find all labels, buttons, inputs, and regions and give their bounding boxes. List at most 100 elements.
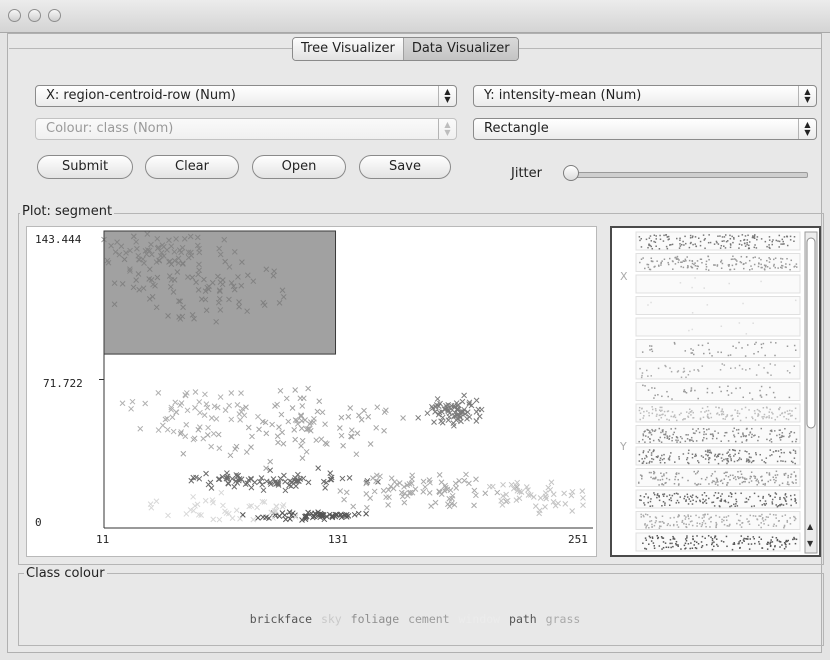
- clear-button[interactable]: Clear: [145, 155, 239, 179]
- matrix-dot: [794, 299, 797, 302]
- matrix-dot: [760, 396, 763, 398]
- matrix-dot: [795, 440, 797, 443]
- matrix-dot: [784, 472, 787, 475]
- matrix-dot: [708, 497, 710, 500]
- matrix-dot: [681, 519, 684, 522]
- matrix-dot: [664, 482, 666, 484]
- matrix-dot: [660, 264, 662, 266]
- matrix-dot: [689, 242, 692, 245]
- attribute-matrix-svg[interactable]: X Y ▲ ▼: [612, 228, 819, 555]
- matrix-dot: [656, 260, 658, 262]
- matrix-dot: [740, 492, 742, 495]
- matrix-dot: [794, 474, 797, 477]
- matrix-dot: [793, 538, 796, 540]
- matrix-dot: [760, 280, 762, 283]
- legend-item-sky[interactable]: sky: [321, 612, 342, 626]
- matrix-dot: [653, 387, 656, 389]
- save-button[interactable]: Save: [359, 155, 451, 179]
- matrix-dot: [653, 492, 655, 494]
- matrix-dot: [722, 541, 725, 543]
- matrix-dot: [699, 522, 701, 525]
- matrix-dot: [661, 458, 664, 461]
- matrix-dot: [748, 409, 750, 411]
- x-axis-select[interactable]: X: region-centroid-row (Num) ▲ ▼: [35, 85, 457, 107]
- data-point-x-marker: [424, 410, 431, 417]
- zoom-window-button[interactable]: [48, 9, 61, 22]
- matrix-dot: [758, 257, 760, 259]
- matrix-dot: [684, 542, 687, 545]
- matrix-dot: [648, 244, 650, 247]
- matrix-dot: [734, 367, 737, 369]
- matrix-dot: [775, 525, 778, 527]
- matrix-dot: [772, 265, 775, 267]
- matrix-dot: [752, 515, 755, 517]
- matrix-dot: [778, 433, 781, 436]
- matrix-dot: [785, 546, 787, 548]
- matrix-dot: [736, 522, 738, 525]
- shape-select[interactable]: Rectangle ▲ ▼: [473, 118, 817, 140]
- legend-item-grass[interactable]: grass: [546, 612, 581, 626]
- legend-item-window[interactable]: window: [459, 612, 501, 626]
- legend-item-foliage[interactable]: foliage: [351, 612, 399, 626]
- matrix-dot: [695, 484, 698, 486]
- jitter-slider-knob[interactable]: [563, 165, 579, 181]
- matrix-dot: [719, 480, 722, 482]
- matrix-dot: [705, 268, 707, 271]
- matrix-dot: [707, 458, 710, 461]
- matrix-dot: [702, 502, 704, 504]
- matrix-dot: [688, 259, 691, 262]
- matrix-dot: [739, 419, 742, 422]
- matrix-dot: [731, 264, 734, 267]
- scatter-plot-svg[interactable]: 143.444 71.722 0 11 131 251: [27, 227, 596, 556]
- matrix-dot: [726, 389, 729, 392]
- matrix-dot: [774, 481, 776, 484]
- attribute-matrix-panel[interactable]: X Y ▲ ▼: [610, 226, 821, 557]
- scroll-up-arrow-icon: ▲: [807, 522, 814, 531]
- matrix-dot: [725, 535, 728, 538]
- legend-item-path[interactable]: path: [509, 612, 537, 626]
- matrix-dot: [763, 268, 766, 271]
- data-point-x-marker: [208, 485, 215, 491]
- tab-tree-visualizer[interactable]: Tree Visualizer: [293, 38, 404, 60]
- matrix-dot: [735, 478, 737, 481]
- scatter-plot-area[interactable]: 143.444 71.722 0 11 131 251: [26, 226, 597, 557]
- matrix-dot: [778, 408, 780, 411]
- tab-data-visualizer[interactable]: Data Visualizer: [403, 38, 518, 60]
- matrix-dot: [760, 266, 763, 269]
- matrix-dot: [772, 525, 775, 527]
- matrix-dot: [779, 496, 781, 499]
- jitter-slider-track[interactable]: [566, 172, 808, 178]
- y-axis-select[interactable]: Y: intensity-mean (Num) ▲ ▼: [473, 85, 817, 107]
- close-window-button[interactable]: [8, 9, 21, 22]
- select-arrows-icon: ▲ ▼: [438, 119, 456, 139]
- matrix-dot: [656, 413, 658, 416]
- matrix-dot: [663, 457, 665, 460]
- matrix-dot: [694, 277, 696, 279]
- matrix-dot: [669, 244, 671, 246]
- matrix-dot: [685, 526, 687, 528]
- matrix-dot: [728, 263, 730, 266]
- matrix-dot: [771, 454, 773, 456]
- matrix-dot: [687, 415, 689, 418]
- matrix-dot: [687, 452, 690, 455]
- open-button[interactable]: Open: [252, 155, 346, 179]
- matrix-dot: [689, 237, 692, 239]
- matrix-dot: [745, 435, 747, 437]
- matrix-dot: [776, 505, 779, 508]
- matrix-dot: [649, 235, 652, 237]
- colour-select[interactable]: Colour: class (Nom) ▲ ▼: [35, 118, 457, 140]
- matrix-dot: [733, 427, 735, 430]
- matrix-dot: [738, 364, 741, 367]
- matrix-dot: [644, 547, 646, 550]
- matrix-dot: [657, 264, 660, 267]
- legend-item-cement[interactable]: cement: [408, 612, 450, 626]
- matrix-dot: [729, 268, 732, 271]
- legend-item-brickface[interactable]: brickface: [250, 612, 312, 626]
- minimize-window-button[interactable]: [28, 9, 41, 22]
- matrix-dot: [713, 494, 715, 497]
- matrix-dot: [735, 429, 738, 431]
- matrix-dot: [645, 548, 648, 550]
- matrix-dot: [671, 260, 674, 262]
- submit-button[interactable]: Submit: [37, 155, 133, 179]
- matrix-dot: [678, 458, 681, 460]
